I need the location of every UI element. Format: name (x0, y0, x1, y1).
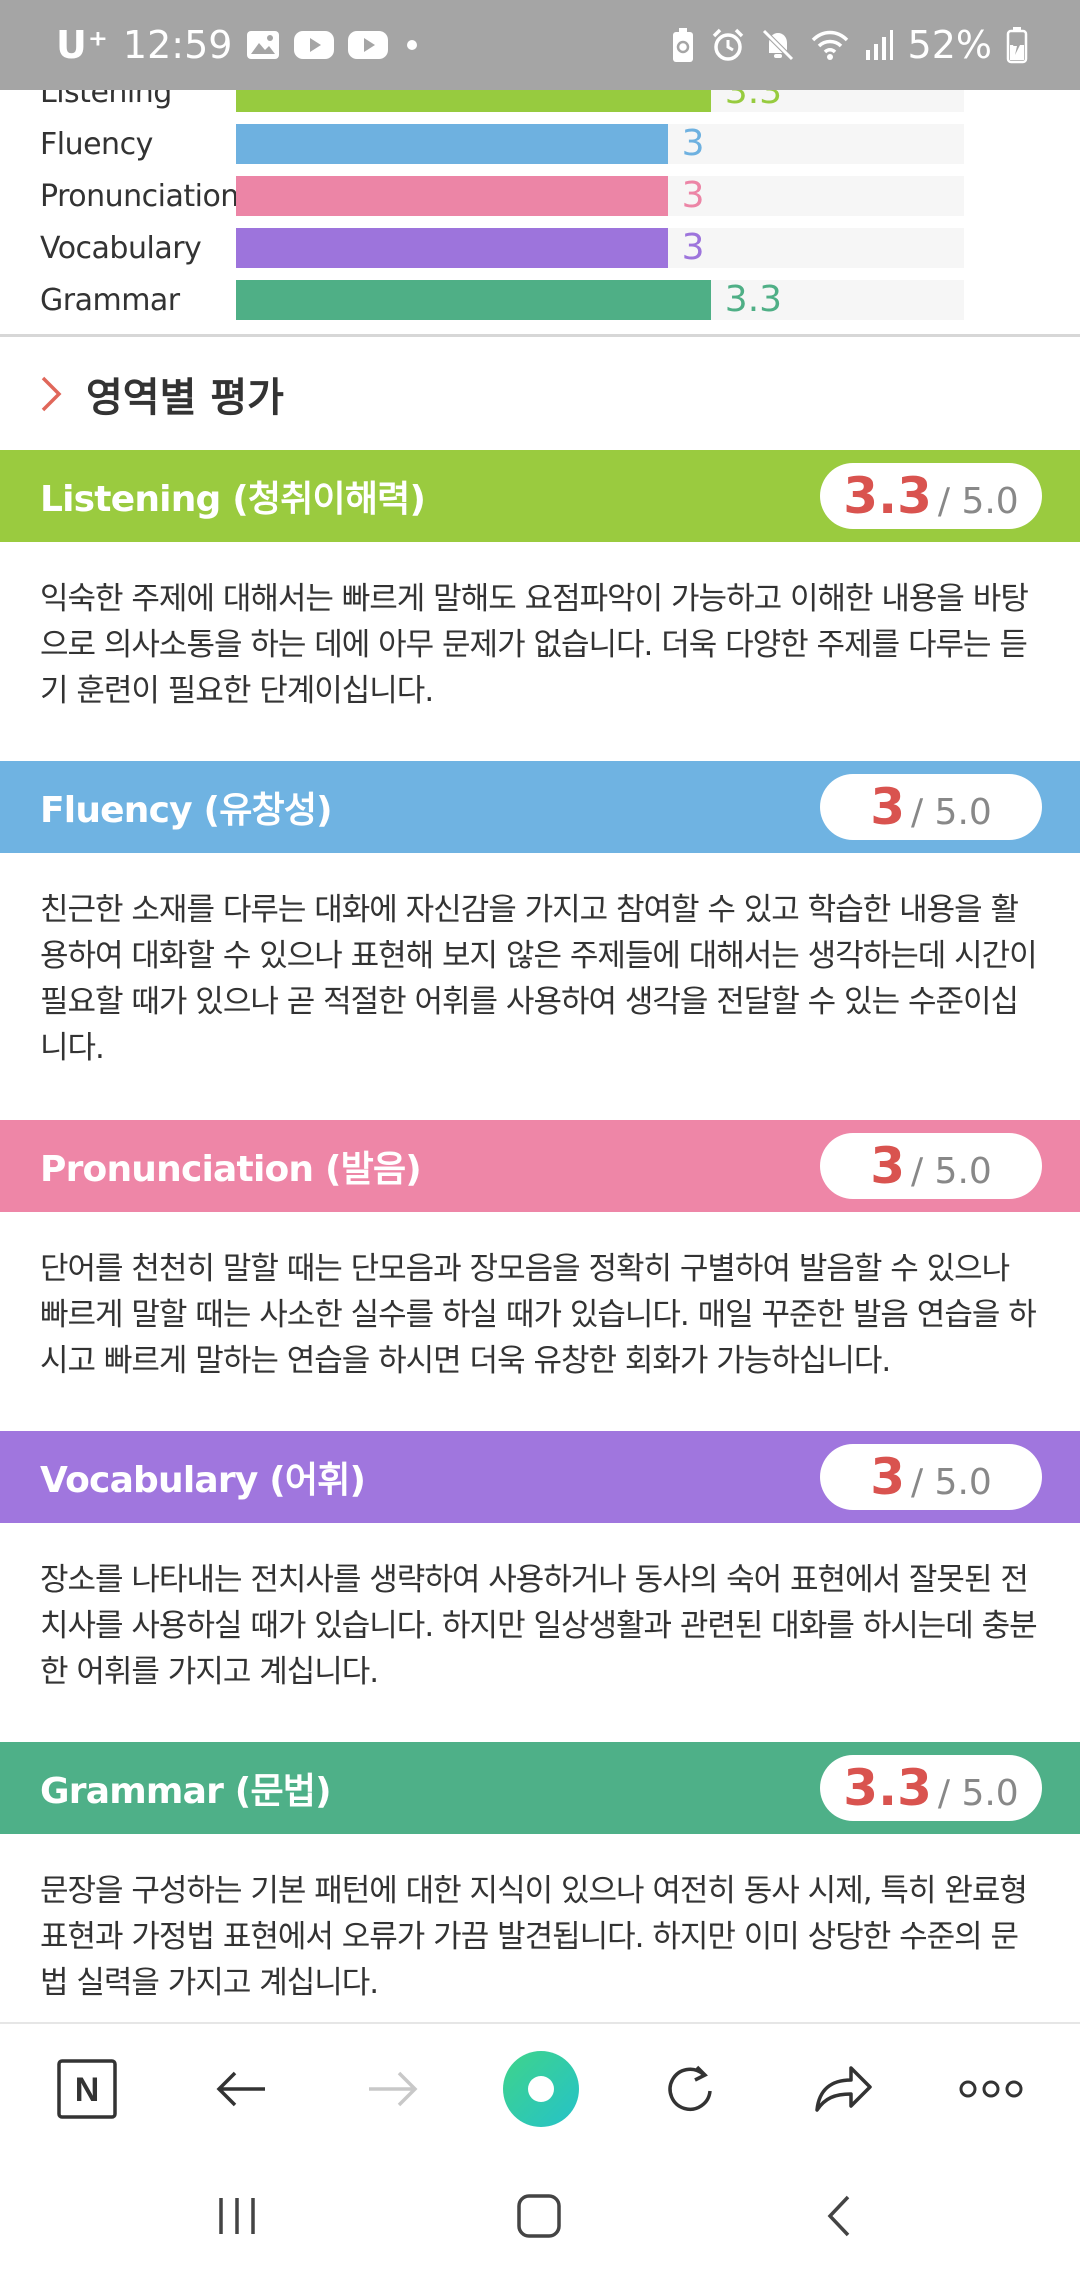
chart-bar (236, 176, 668, 216)
naver-home-button[interactable]: N (42, 2046, 132, 2132)
youtube-icon (294, 30, 335, 60)
chart-value-label: 3 (681, 123, 705, 164)
category-description: 장소를 나타내는 전치사를 생략하여 사용하거나 동사의 숙어 표현에서 잘못된… (40, 1562, 1038, 1690)
score-value: 3 (870, 778, 905, 836)
score-badge: 3.3/ 5.0 (820, 463, 1042, 529)
score-max: / 5.0 (937, 1773, 1019, 1814)
category-description: 익숙한 주제에 대해서는 빠르게 말해도 요점파악이 가능하고 이해한 내용을 … (40, 581, 1029, 709)
chevron-right-icon (41, 376, 62, 412)
system-nav-bar (0, 2152, 1080, 2280)
chart-category-label: Grammar (40, 283, 180, 318)
carrier-label: U⁺ (56, 23, 109, 67)
category-title: Listening (청취이해력) (40, 479, 426, 520)
wifi-icon (810, 28, 850, 62)
forward-arrow-icon (369, 2071, 418, 2107)
score-max: / 5.0 (910, 1462, 992, 1503)
share-icon (815, 2066, 872, 2112)
category-description: 단어를 천천히 말할 때는 단모음과 장모음을 정확히 구별하여 발음할 수 있… (40, 1251, 1037, 1379)
chart-bar (236, 124, 668, 164)
green-dot-button[interactable] (496, 2046, 586, 2132)
chart-category-label: Fluency (40, 127, 153, 162)
chart-value-label: 3 (681, 227, 705, 268)
chart-bar-track: 3 (236, 124, 964, 164)
chart-bar-track: 3 (236, 176, 964, 216)
category-title: Grammar (문법) (40, 1771, 332, 1812)
chart-bar (236, 228, 668, 268)
mute-icon (760, 27, 796, 63)
chart-bar-row: Grammar 3.3 (0, 280, 1080, 322)
category-header: Fluency (유창성) 3/ 5.0 (0, 761, 1080, 853)
browser-toolbar: N (0, 2022, 1080, 2152)
back-arrow-icon (216, 2071, 265, 2107)
battery-saver-icon (670, 27, 696, 63)
score-max: / 5.0 (937, 481, 1019, 522)
page-content[interactable]: Listening 3.3 Fluency 3 Pronunciation 3 Vocabu… (0, 90, 1080, 2022)
battery-percent: 52% (907, 23, 992, 67)
chart-value-label: 3.3 (724, 90, 783, 112)
category-header: Vocabulary (어휘) 3/ 5.0 (0, 1431, 1080, 1523)
back-icon (827, 2195, 850, 2237)
home-button[interactable] (484, 2174, 594, 2258)
score-max: / 5.0 (910, 1151, 992, 1192)
chart-bar-track: 3 (236, 228, 964, 268)
chart-bar-track: 3.3 (236, 280, 964, 320)
forward-button[interactable] (348, 2046, 438, 2132)
home-icon (517, 2194, 561, 2238)
chart-bar (236, 90, 711, 112)
share-button[interactable] (798, 2046, 888, 2132)
category-title: Fluency (유창성) (40, 790, 333, 831)
score-value: 3 (870, 1137, 905, 1195)
section-title: 영역별 평가 (86, 375, 284, 421)
chart-bar (236, 280, 711, 320)
score-badge: 3.3/ 5.0 (820, 1755, 1042, 1821)
category-title: Vocabulary (어휘) (40, 1460, 366, 1501)
signal-icon (864, 28, 894, 62)
category-title: Pronunciation (발음) (40, 1149, 422, 1190)
chart-category-label: Pronunciation (40, 179, 239, 214)
refresh-icon (668, 2065, 712, 2112)
refresh-button[interactable] (646, 2046, 736, 2132)
status-bar: U⁺ 12:59 52% (0, 0, 1080, 90)
score-value: 3 (870, 1448, 905, 1506)
chart-bar-track: 3.3 (236, 90, 964, 112)
chart-bar-row: Listening 3.3 (0, 90, 1080, 114)
category-header: Grammar (문법) 3.3/ 5.0 (0, 1742, 1080, 1834)
more-button[interactable] (946, 2046, 1036, 2132)
category-description: 친근한 소재를 다루는 대화에 자신감을 가지고 참여할 수 있고 학습한 내용… (40, 892, 1038, 1066)
system-back-button[interactable] (784, 2174, 894, 2258)
category-header: Pronunciation (발음) 3/ 5.0 (0, 1120, 1080, 1212)
back-button[interactable] (196, 2046, 286, 2132)
divider (0, 334, 1080, 337)
category-header: Listening (청취이해력) 3.3/ 5.0 (0, 450, 1080, 542)
green-dot-icon (503, 2051, 579, 2127)
score-value: 3.3 (843, 1759, 932, 1817)
chart-bar-row: Fluency 3 (0, 124, 1080, 166)
chart-category-label: Vocabulary (40, 231, 202, 266)
chart-value-label: 3.3 (724, 279, 783, 320)
more-icon (959, 2080, 1023, 2098)
score-badge: 3/ 5.0 (820, 774, 1042, 840)
chart-bar-row: Pronunciation 3 (0, 176, 1080, 218)
chart-bar-row: Vocabulary 3 (0, 228, 1080, 270)
dot-icon (402, 35, 422, 55)
score-badge: 3/ 5.0 (820, 1133, 1042, 1199)
naver-home-letter: N (75, 2071, 100, 2109)
recent-apps-button[interactable] (182, 2174, 292, 2258)
score-max: / 5.0 (910, 792, 992, 833)
score-value: 3.3 (843, 467, 932, 525)
category-description: 문장을 구성하는 기본 패턴에 대한 지식이 있으나 여전히 동사 시제, 특히… (40, 1873, 1028, 2001)
clock-time: 12:59 (122, 23, 233, 67)
naver-home-icon: N (57, 2059, 117, 2119)
alarm-icon (710, 27, 746, 63)
section-header: 영역별 평가 (0, 358, 1080, 430)
chart-category-label: Listening (40, 90, 172, 110)
score-badge: 3/ 5.0 (820, 1444, 1042, 1510)
chart-value-label: 3 (681, 175, 705, 216)
recent-apps-icon (219, 2198, 255, 2234)
youtube-icon (348, 30, 389, 60)
battery-icon (1006, 26, 1028, 64)
gallery-icon (246, 30, 280, 60)
